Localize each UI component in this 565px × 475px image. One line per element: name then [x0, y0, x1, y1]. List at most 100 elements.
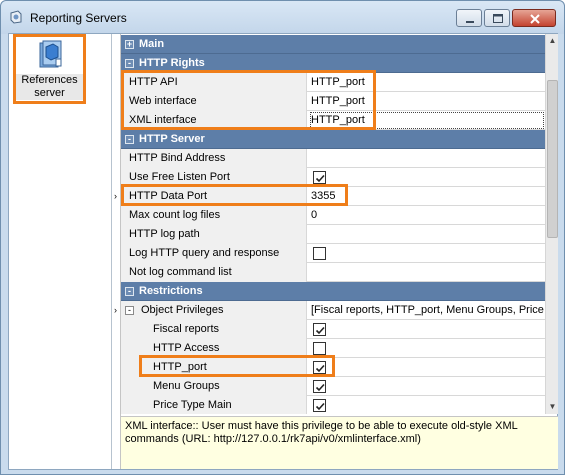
- property-name-label: Use Free Listen Port: [129, 171, 230, 183]
- property-name-label: HTTP Access: [153, 342, 220, 354]
- reporting-servers-window: Reporting Servers References server › › …: [0, 0, 565, 475]
- property-value[interactable]: [309, 225, 545, 244]
- property-value-text: [Fiscal reports, HTTP_port, Menu Groups,…: [311, 304, 544, 316]
- property-value[interactable]: [309, 358, 545, 377]
- scroll-down-icon[interactable]: ▼: [546, 400, 559, 414]
- property-value-text: 3355: [311, 190, 336, 202]
- checkbox-checked[interactable]: [313, 323, 326, 336]
- property-row-http-data-port[interactable]: HTTP Data Port 3355: [121, 187, 545, 206]
- property-name-label: HTTP Bind Address: [129, 152, 226, 164]
- property-row-http-api[interactable]: HTTP API HTTP_port: [121, 73, 545, 92]
- category-label: HTTP Server: [139, 133, 205, 145]
- property-name: Fiscal reports: [121, 320, 307, 339]
- property-row-object-privileges[interactable]: - Object Privileges [Fiscal reports, HTTP_…: [121, 301, 545, 320]
- property-value-text: HTTP_port: [311, 95, 365, 107]
- property-name: HTTP Access: [121, 339, 307, 358]
- property-value[interactable]: HTTP_port: [309, 92, 545, 111]
- property-value[interactable]: HTTP_port: [309, 73, 545, 92]
- property-name-label: Fiscal reports: [153, 323, 220, 335]
- maximize-button[interactable]: [484, 9, 510, 27]
- property-row-log-http-query-and-response[interactable]: Log HTTP query and response: [121, 244, 545, 263]
- property-name: Web interface: [121, 92, 307, 111]
- property-name: HTTP Data Port: [121, 187, 307, 206]
- property-row-http-port[interactable]: HTTP_port: [121, 358, 545, 377]
- property-row-http-access[interactable]: HTTP Access: [121, 339, 545, 358]
- property-row-menu-groups[interactable]: Menu Groups: [121, 377, 545, 396]
- property-name-label: HTTP Data Port: [129, 190, 208, 202]
- property-name-label: Not log command list: [129, 266, 232, 278]
- property-name: HTTP Bind Address: [121, 149, 307, 168]
- category-label: Restrictions: [139, 285, 203, 297]
- property-name: - Object Privileges: [121, 301, 307, 320]
- property-name-label: HTTP_port: [153, 361, 207, 373]
- property-name: Max count log files: [121, 206, 307, 225]
- checkbox-unchecked[interactable]: [313, 247, 326, 260]
- category-http-rights[interactable]: - HTTP Rights: [121, 54, 545, 73]
- property-value[interactable]: [309, 377, 545, 396]
- property-description: XML interface:: User must have this priv…: [121, 416, 558, 469]
- minimize-button[interactable]: [456, 9, 482, 27]
- property-name-label: Max count log files: [129, 209, 221, 221]
- property-row-max-count-log-files[interactable]: Max count log files 0: [121, 206, 545, 225]
- property-row-use-free-listen-port[interactable]: Use Free Listen Port: [121, 168, 545, 187]
- property-value[interactable]: 0: [309, 206, 545, 225]
- property-name: HTTP_port: [121, 358, 307, 377]
- checkbox-checked[interactable]: [313, 380, 326, 393]
- checkbox-unchecked[interactable]: [313, 342, 326, 355]
- property-row-not-log-command-list[interactable]: Not log command list: [121, 263, 545, 282]
- property-row-web-interface[interactable]: Web interface HTTP_port: [121, 92, 545, 111]
- property-row-xml-interface[interactable]: XML interface HTTP_port: [121, 111, 545, 130]
- category-http-server[interactable]: - HTTP Server: [121, 130, 545, 149]
- property-name-label: Log HTTP query and response: [129, 247, 280, 259]
- scroll-up-icon[interactable]: ▲: [546, 34, 559, 48]
- property-value[interactable]: [Fiscal reports, HTTP_port, Menu Groups,…: [309, 301, 545, 320]
- checkbox-checked[interactable]: [313, 399, 326, 412]
- app-icon: [9, 10, 23, 24]
- property-value[interactable]: [309, 320, 545, 339]
- property-row-http-log-path[interactable]: HTTP log path: [121, 225, 545, 244]
- property-value[interactable]: [309, 263, 545, 282]
- property-name: Not log command list: [121, 263, 307, 282]
- category-main[interactable]: + Main: [121, 35, 545, 54]
- property-name: HTTP API: [121, 73, 307, 92]
- object-panel: References server: [9, 34, 112, 469]
- row-indicator-gutter: › ›: [112, 34, 121, 469]
- current-row-marker-icon: ›: [114, 191, 117, 201]
- property-name: Menu Groups: [121, 377, 307, 396]
- property-value[interactable]: 3355: [309, 187, 545, 206]
- property-value[interactable]: [309, 149, 545, 168]
- property-name: HTTP log path: [121, 225, 307, 244]
- collapse-icon[interactable]: -: [125, 59, 134, 68]
- collapse-icon[interactable]: -: [125, 306, 134, 315]
- current-row-marker-icon: ›: [114, 305, 117, 315]
- property-row-http-bind-address[interactable]: HTTP Bind Address: [121, 149, 545, 168]
- close-button[interactable]: [512, 9, 556, 27]
- property-value-text: 0: [311, 209, 318, 221]
- collapse-icon[interactable]: -: [125, 287, 134, 296]
- property-name-label: Menu Groups: [153, 380, 220, 392]
- property-row-fiscal-reports[interactable]: Fiscal reports: [121, 320, 545, 339]
- property-value[interactable]: [309, 339, 545, 358]
- property-value[interactable]: HTTP_port: [309, 111, 545, 130]
- expand-icon[interactable]: +: [125, 40, 134, 49]
- scroll-thumb[interactable]: [547, 80, 558, 238]
- property-value[interactable]: [309, 168, 545, 187]
- property-grid-scrollbar[interactable]: ▲ ▼: [545, 34, 558, 414]
- checkbox-checked[interactable]: [313, 171, 326, 184]
- maximize-icon: [493, 14, 503, 23]
- property-name: Use Free Listen Port: [121, 168, 307, 187]
- property-value[interactable]: [309, 396, 545, 414]
- references-server-item[interactable]: References server: [13, 34, 86, 104]
- category-label: HTTP Rights: [139, 57, 205, 69]
- property-name-label: Object Privileges: [141, 304, 224, 316]
- property-name-label: HTTP API: [129, 76, 178, 88]
- property-value[interactable]: [309, 244, 545, 263]
- minimize-icon: [466, 21, 474, 23]
- property-row-price-type-main[interactable]: Price Type Main: [121, 396, 545, 414]
- category-restrictions[interactable]: - Restrictions: [121, 282, 545, 301]
- checkbox-checked[interactable]: [313, 361, 326, 374]
- property-name-label: Web interface: [129, 95, 197, 107]
- close-icon: [530, 14, 540, 24]
- collapse-icon[interactable]: -: [125, 135, 134, 144]
- client-area: References server › › + Main - HTTP Rights H…: [8, 33, 558, 470]
